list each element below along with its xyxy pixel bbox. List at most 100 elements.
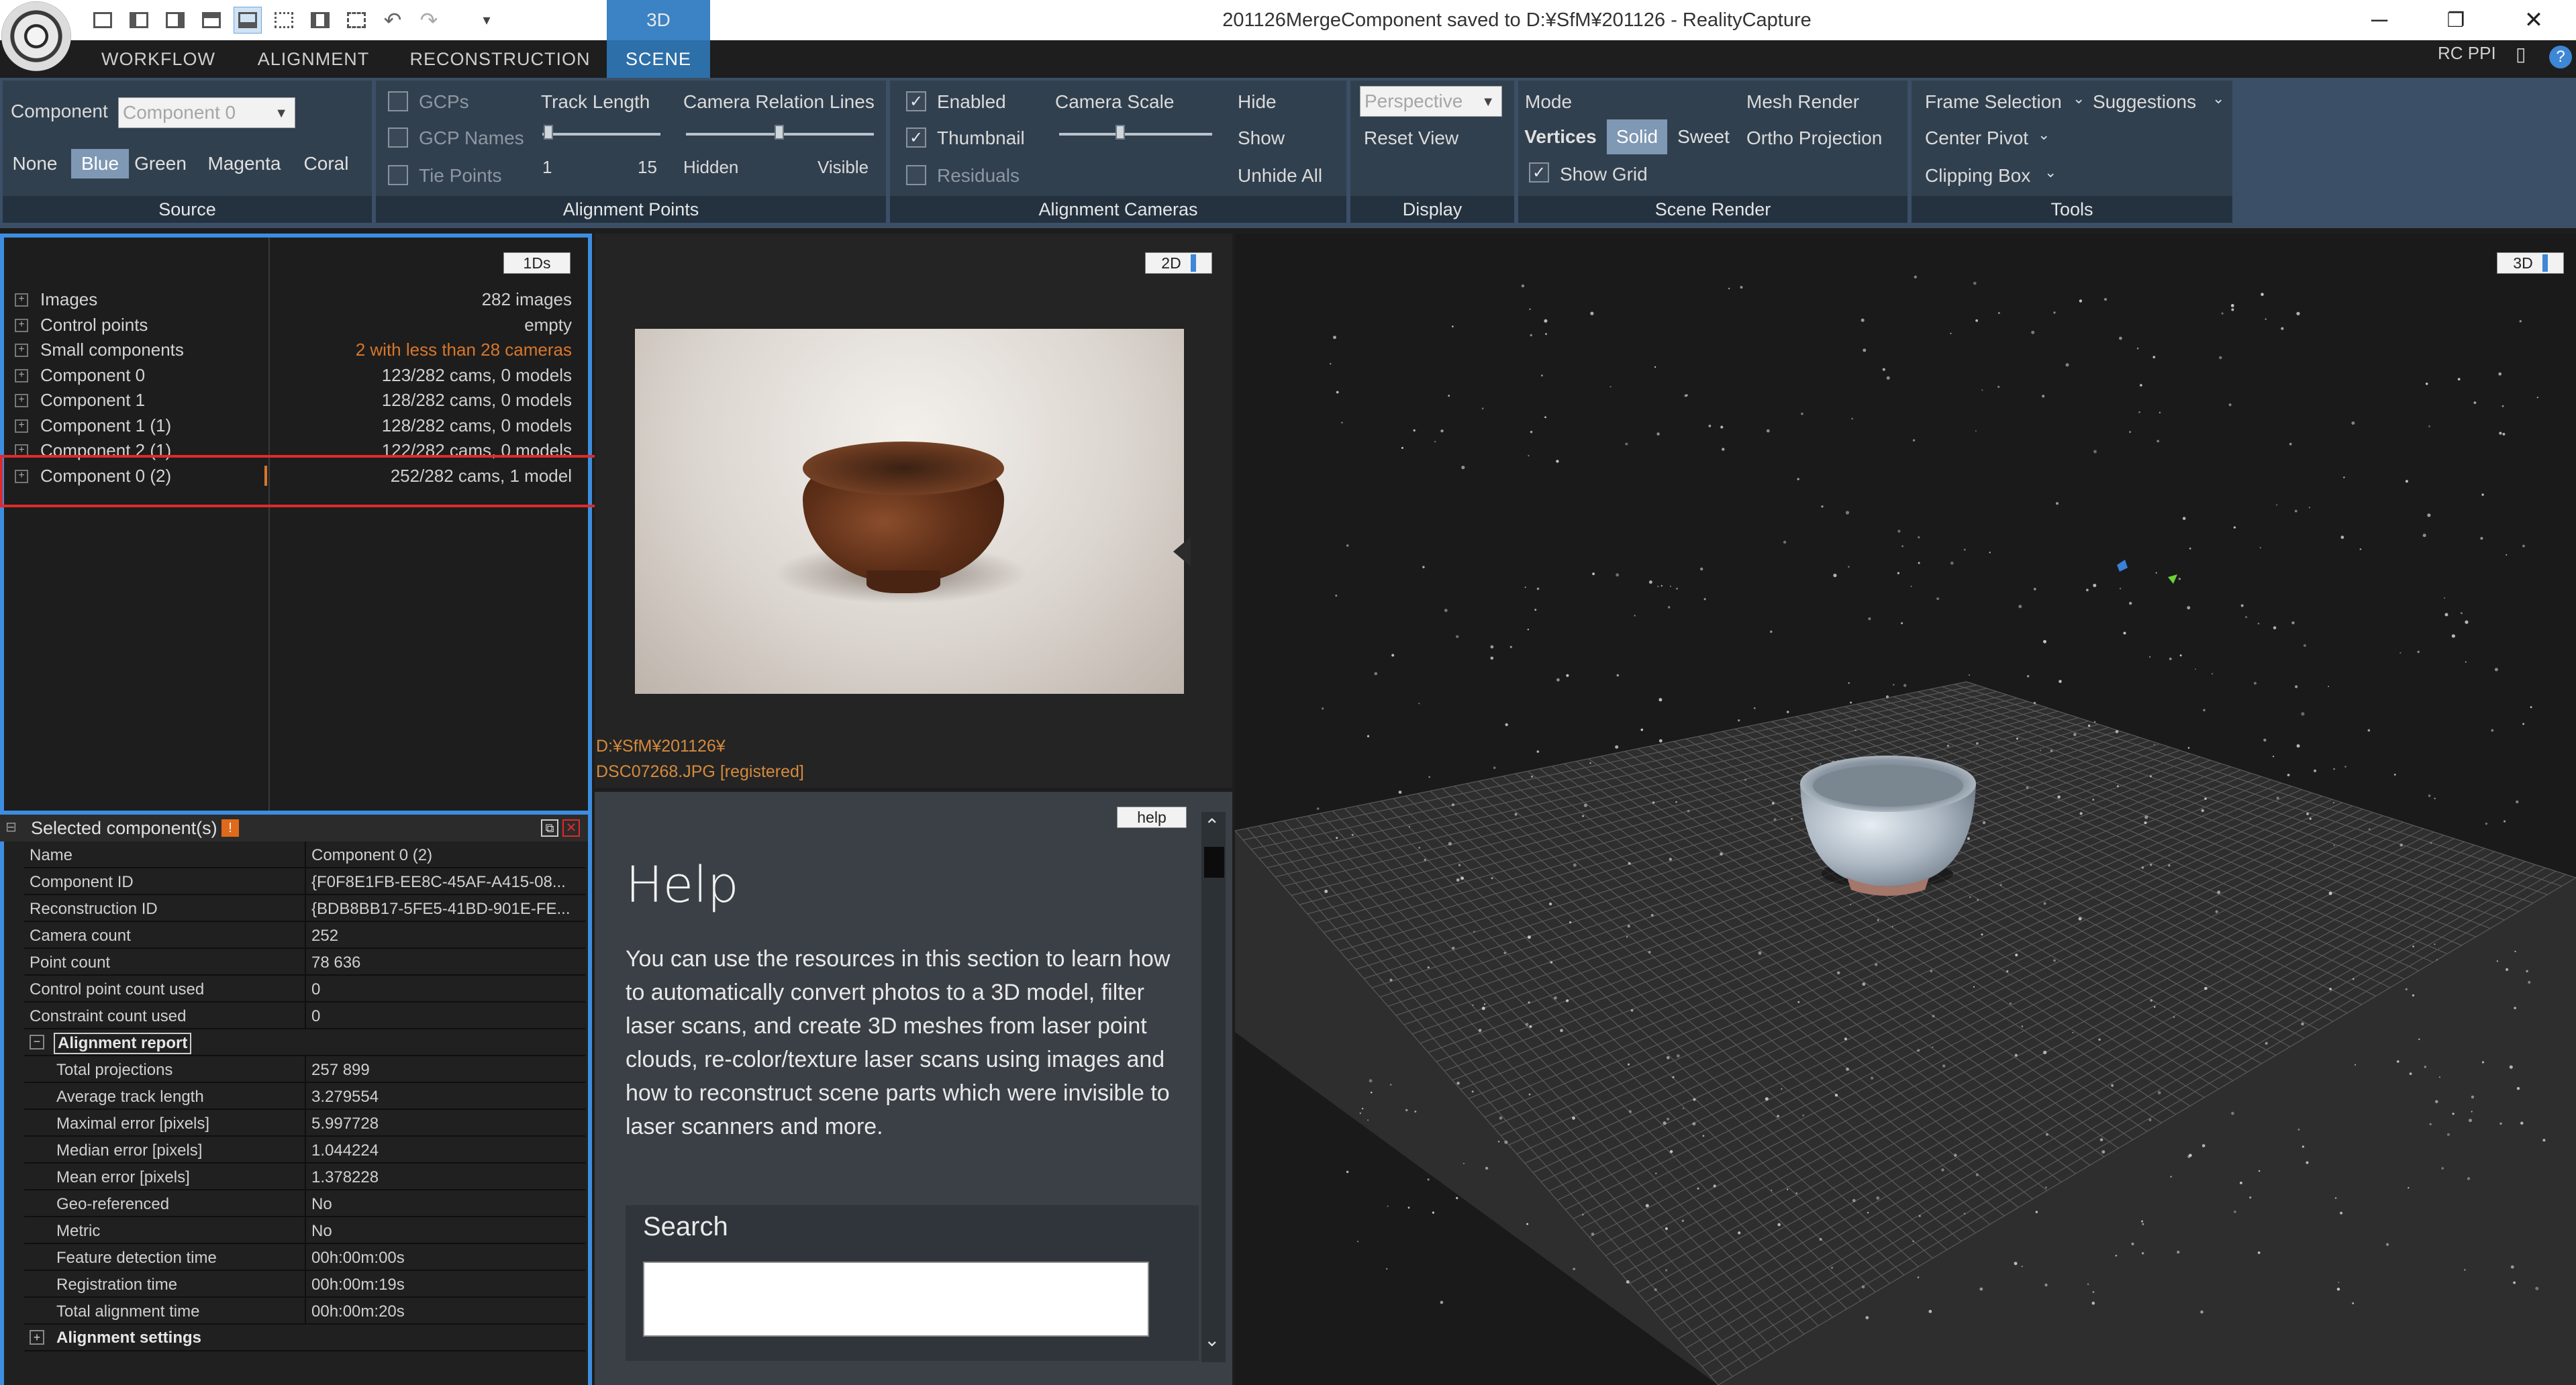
color-blue-button[interactable]: Blue xyxy=(71,149,129,178)
color-magenta-button[interactable]: Magenta xyxy=(201,149,287,178)
property-row[interactable]: Maximal error [pixels] 5.997728 xyxy=(24,1110,585,1137)
mode-vertices-button[interactable]: Vertices xyxy=(1520,122,1601,152)
expand-icon[interactable]: + xyxy=(15,394,28,407)
color-coral-button[interactable]: Coral xyxy=(298,149,354,178)
property-row[interactable]: Control point count used 0 xyxy=(24,976,585,1003)
panel-help-tag[interactable]: help xyxy=(1117,807,1187,828)
expand-icon[interactable]: + xyxy=(15,318,28,332)
property-row[interactable]: Camera count 252 xyxy=(24,922,585,949)
expand-icon[interactable]: + xyxy=(15,344,28,357)
tree-row[interactable]: + Images 282 images xyxy=(15,287,572,312)
tree-row[interactable]: + Component 0 123/282 cams, 0 models xyxy=(15,363,572,388)
panel-1ds-tag[interactable]: 1Ds xyxy=(503,252,571,274)
tree-row[interactable]: + Component 1 128/282 cams, 0 models xyxy=(15,388,572,413)
clipping-box-button[interactable]: Clipping Box xyxy=(1925,165,2030,187)
layout-3-icon[interactable] xyxy=(161,7,189,34)
property-row[interactable]: Point count 78 636 xyxy=(24,949,585,976)
mode-solid-button[interactable]: Solid xyxy=(1607,119,1667,154)
expand-icon[interactable]: + xyxy=(15,293,28,307)
track-length-slider[interactable] xyxy=(542,133,660,136)
property-row[interactable]: Metric No xyxy=(24,1217,585,1244)
scene-canvas[interactable] xyxy=(1235,234,2576,1385)
layout-8-icon[interactable] xyxy=(342,7,370,34)
gcp-names-checkbox[interactable] xyxy=(388,127,408,148)
document-icon[interactable]: ▯ xyxy=(2516,43,2526,65)
thumbnail-checkbox[interactable]: ✓ xyxy=(906,127,926,148)
color-green-button[interactable]: Green xyxy=(132,149,189,178)
center-pivot-button[interactable]: Center Pivot xyxy=(1925,127,2028,149)
restore-button[interactable]: ❐ xyxy=(2419,0,2493,40)
help-search-input[interactable] xyxy=(643,1262,1149,1337)
tab-alignment[interactable]: ALIGNMENT xyxy=(242,40,385,78)
property-row[interactable]: Total projections 257 899 xyxy=(24,1056,585,1083)
undo-icon[interactable]: ↶ xyxy=(379,7,407,34)
source-photo[interactable] xyxy=(635,329,1184,694)
reset-view-button[interactable]: Reset View xyxy=(1364,127,1458,149)
warning-icon[interactable]: ! xyxy=(221,819,239,837)
quick-access-dropdown-icon[interactable]: ▾ xyxy=(473,7,501,34)
layout-4-icon[interactable] xyxy=(197,7,226,34)
suggestions-button[interactable]: Suggestions xyxy=(2093,91,2196,113)
minimize-button[interactable]: ─ xyxy=(2342,0,2416,40)
collapse-icon[interactable]: − xyxy=(30,1035,44,1049)
show-button[interactable]: Show xyxy=(1238,127,1285,149)
expand-icon[interactable]: + xyxy=(30,1330,44,1345)
property-row[interactable]: Constraint count used 0 xyxy=(24,1003,585,1029)
panel-3d-tag[interactable]: 3D xyxy=(2497,252,2564,274)
property-row[interactable]: Geo-referenced No xyxy=(24,1190,585,1217)
hide-button[interactable]: Hide xyxy=(1238,91,1277,113)
residuals-checkbox[interactable] xyxy=(906,165,926,185)
property-row[interactable]: Component ID {F0F8E1FB-EE8C-45AF-A415-08.… xyxy=(24,868,585,895)
tree-row[interactable]: + Small components 2 with less than 28 cam… xyxy=(15,338,572,362)
chevron-down-icon[interactable]: ⌄ xyxy=(2038,126,2050,144)
rc-ppi-label[interactable]: RC PPI xyxy=(2438,43,2496,64)
help-scrollbar-thumb[interactable] xyxy=(1204,847,1224,878)
layout-5-icon[interactable] xyxy=(234,7,262,34)
property-row[interactable]: Mean error [pixels] 1.378228 xyxy=(24,1164,585,1190)
layout-2-icon[interactable] xyxy=(125,7,153,34)
camera-marker-green[interactable] xyxy=(2168,574,2177,584)
camera-scale-slider-handle[interactable] xyxy=(1116,125,1125,140)
property-row[interactable]: Feature detection time 00h:00m:00s xyxy=(24,1244,585,1271)
layout-6-icon[interactable] xyxy=(270,7,298,34)
enabled-checkbox[interactable]: ✓ xyxy=(906,91,926,111)
layout-1-icon[interactable] xyxy=(89,7,117,34)
panel-2d-tag[interactable]: 2D xyxy=(1145,252,1212,274)
property-row[interactable]: Median error [pixels] 1.044224 xyxy=(24,1137,585,1164)
property-row[interactable]: Name Component 0 (2) xyxy=(24,841,585,868)
close-button[interactable]: ✕ xyxy=(2497,0,2571,40)
tab-workflow[interactable]: WORKFLOW xyxy=(91,40,226,78)
camera-marker-blue[interactable] xyxy=(2117,560,2128,572)
expand-icon[interactable]: + xyxy=(15,368,28,382)
scene-3d-viewport[interactable]: 3D xyxy=(1235,234,2576,1385)
property-row[interactable]: Total alignment time 00h:00m:20s xyxy=(24,1298,585,1325)
component-select[interactable]: Component 0 ▼ xyxy=(118,97,295,128)
help-icon[interactable]: ? xyxy=(2549,46,2572,68)
tab-scene[interactable]: SCENE xyxy=(607,40,710,78)
chevron-down-icon[interactable]: ⌄ xyxy=(2073,90,2085,107)
collapse-icon[interactable]: ⊟ xyxy=(5,819,17,835)
alignment-report-section[interactable]: − Alignment report xyxy=(24,1029,585,1056)
tie-points-checkbox[interactable] xyxy=(388,165,408,185)
gcps-checkbox[interactable] xyxy=(388,91,408,111)
track-length-slider-handle[interactable] xyxy=(544,125,553,140)
next-image-arrow-icon[interactable] xyxy=(1173,537,1191,566)
property-row[interactable]: Registration time 00h:00m:19s xyxy=(24,1271,585,1298)
help-scrollbar[interactable] xyxy=(1201,812,1226,1362)
camera-relation-lines-slider-handle[interactable] xyxy=(775,125,784,140)
layout-3d-tab[interactable]: 3D xyxy=(607,0,710,40)
property-row[interactable]: Reconstruction ID {BDB8BB17-5FE5-41BD-901… xyxy=(24,895,585,922)
mode-sweet-button[interactable]: Sweet xyxy=(1671,122,1736,152)
unhide-all-button[interactable]: Unhide All xyxy=(1238,165,1322,187)
color-none-button[interactable]: None xyxy=(5,149,64,178)
tab-reconstruction[interactable]: RECONSTRUCTION xyxy=(403,40,597,78)
camera-scale-slider[interactable] xyxy=(1059,133,1212,136)
chevron-down-icon[interactable]: ⌄ xyxy=(2044,164,2057,181)
chevron-down-icon[interactable]: ⌄ xyxy=(2212,90,2224,107)
ortho-projection-button[interactable]: Ortho Projection xyxy=(1746,127,1882,149)
projection-select[interactable]: Perspective ▼ xyxy=(1360,86,1502,117)
close-panel-icon[interactable]: ✕ xyxy=(562,819,580,837)
scroll-down-icon[interactable]: ⌄ xyxy=(1204,1329,1220,1351)
float-panel-icon[interactable]: ⧉ xyxy=(541,819,558,837)
layout-7-icon[interactable] xyxy=(306,7,334,34)
